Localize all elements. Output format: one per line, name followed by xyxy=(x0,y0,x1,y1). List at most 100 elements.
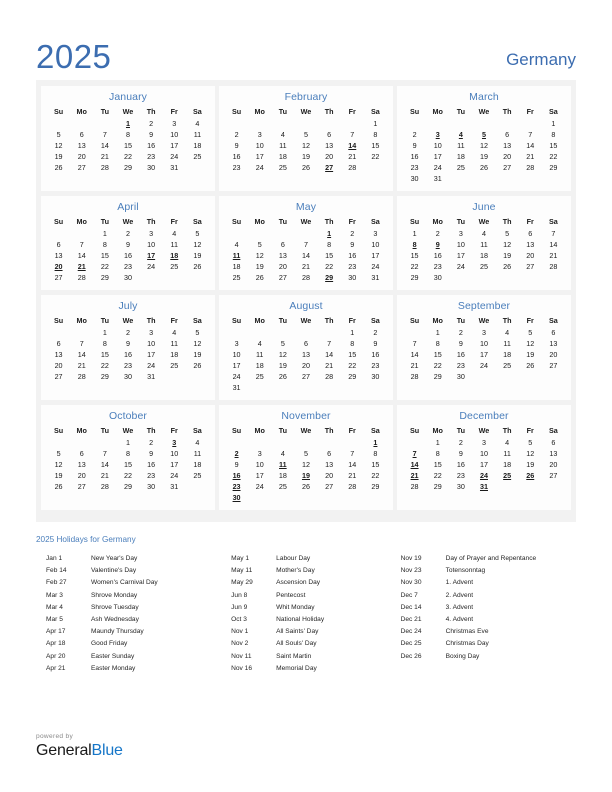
day-cell[interactable]: 14 xyxy=(93,140,116,151)
day-cell[interactable]: 12 xyxy=(519,338,542,349)
day-cell-holiday[interactable]: 30 xyxy=(225,492,248,503)
day-cell[interactable]: 18 xyxy=(271,470,294,481)
day-cell[interactable]: 11 xyxy=(271,140,294,151)
day-cell[interactable]: 17 xyxy=(248,151,271,162)
day-cell[interactable]: 8 xyxy=(93,338,116,349)
day-cell[interactable]: 15 xyxy=(364,140,387,151)
day-cell[interactable]: 22 xyxy=(116,470,139,481)
day-cell-holiday[interactable]: 8 xyxy=(403,239,426,250)
day-cell[interactable]: 4 xyxy=(496,327,519,338)
day-cell[interactable]: 17 xyxy=(163,140,186,151)
day-cell[interactable]: 20 xyxy=(542,459,565,470)
day-cell[interactable]: 7 xyxy=(341,129,364,140)
day-cell[interactable]: 17 xyxy=(472,459,495,470)
day-cell[interactable]: 17 xyxy=(248,470,271,481)
day-cell[interactable]: 12 xyxy=(186,239,209,250)
day-cell[interactable]: 17 xyxy=(163,459,186,470)
day-cell[interactable]: 7 xyxy=(70,239,93,250)
day-cell[interactable]: 17 xyxy=(225,360,248,371)
day-cell[interactable]: 20 xyxy=(47,360,70,371)
day-cell[interactable]: 17 xyxy=(140,349,163,360)
day-cell[interactable]: 26 xyxy=(186,261,209,272)
day-cell[interactable]: 19 xyxy=(186,250,209,261)
day-cell[interactable]: 23 xyxy=(116,261,139,272)
day-cell[interactable]: 11 xyxy=(186,448,209,459)
day-cell[interactable]: 1 xyxy=(403,228,426,239)
day-cell[interactable]: 16 xyxy=(140,459,163,470)
day-cell[interactable]: 18 xyxy=(248,360,271,371)
day-cell[interactable]: 21 xyxy=(403,360,426,371)
day-cell[interactable]: 18 xyxy=(271,151,294,162)
day-cell[interactable]: 25 xyxy=(271,481,294,492)
day-cell[interactable]: 5 xyxy=(519,327,542,338)
day-cell[interactable]: 2 xyxy=(341,228,364,239)
day-cell[interactable]: 6 xyxy=(271,239,294,250)
day-cell[interactable]: 5 xyxy=(248,239,271,250)
day-cell[interactable]: 16 xyxy=(140,140,163,151)
day-cell[interactable]: 25 xyxy=(163,261,186,272)
day-cell[interactable]: 9 xyxy=(140,448,163,459)
day-cell-holiday[interactable]: 16 xyxy=(225,470,248,481)
day-cell[interactable]: 13 xyxy=(70,459,93,470)
day-cell[interactable]: 5 xyxy=(294,129,317,140)
day-cell[interactable]: 8 xyxy=(542,129,565,140)
day-cell[interactable]: 5 xyxy=(47,448,70,459)
day-cell[interactable]: 20 xyxy=(496,151,519,162)
day-cell[interactable]: 2 xyxy=(426,228,449,239)
day-cell[interactable]: 13 xyxy=(294,349,317,360)
day-cell[interactable]: 19 xyxy=(294,151,317,162)
month-card-november[interactable]: November Su Mo Tu We Th Fr Sa 1 2 3 4 5 6 7 8 9 10 11 12 13 1… xyxy=(219,405,393,510)
month-card-january[interactable]: January Su Mo Tu We Th Fr Sa 1 2 3 4 5 6 7 8 9 10 11 12 13 14… xyxy=(41,86,215,191)
day-cell[interactable]: 13 xyxy=(70,140,93,151)
day-cell[interactable]: 20 xyxy=(294,360,317,371)
day-cell[interactable]: 7 xyxy=(318,338,341,349)
day-cell[interactable]: 24 xyxy=(248,481,271,492)
day-cell[interactable]: 25 xyxy=(186,470,209,481)
day-cell[interactable]: 24 xyxy=(140,261,163,272)
day-cell[interactable]: 11 xyxy=(163,239,186,250)
day-cell[interactable]: 12 xyxy=(294,140,317,151)
day-cell[interactable]: 28 xyxy=(318,371,341,382)
day-cell[interactable]: 21 xyxy=(341,470,364,481)
day-cell[interactable]: 12 xyxy=(472,140,495,151)
day-cell[interactable]: 4 xyxy=(225,239,248,250)
day-cell[interactable]: 26 xyxy=(294,162,317,173)
day-cell[interactable]: 27 xyxy=(318,481,341,492)
day-cell[interactable]: 18 xyxy=(472,250,495,261)
day-cell[interactable]: 9 xyxy=(341,239,364,250)
month-card-december[interactable]: December Su Mo Tu We Th Fr Sa 1 2 3 4 5 6 7 8 9 10 11 12 13 1… xyxy=(397,405,571,510)
day-cell[interactable]: 22 xyxy=(364,151,387,162)
day-cell[interactable]: 6 xyxy=(519,228,542,239)
day-cell[interactable]: 11 xyxy=(248,349,271,360)
day-cell[interactable]: 7 xyxy=(542,228,565,239)
day-cell[interactable]: 25 xyxy=(163,360,186,371)
day-cell[interactable]: 20 xyxy=(519,250,542,261)
day-cell[interactable]: 13 xyxy=(318,459,341,470)
day-cell[interactable]: 18 xyxy=(186,140,209,151)
day-cell[interactable]: 23 xyxy=(449,470,472,481)
day-cell[interactable]: 28 xyxy=(403,371,426,382)
day-cell[interactable]: 21 xyxy=(341,151,364,162)
day-cell[interactable]: 22 xyxy=(318,261,341,272)
day-cell[interactable]: 26 xyxy=(271,371,294,382)
day-cell[interactable]: 11 xyxy=(496,338,519,349)
day-cell[interactable]: 2 xyxy=(449,437,472,448)
day-cell[interactable]: 1 xyxy=(426,437,449,448)
day-cell[interactable]: 14 xyxy=(70,250,93,261)
day-cell[interactable]: 26 xyxy=(186,360,209,371)
day-cell[interactable]: 9 xyxy=(225,459,248,470)
day-cell[interactable]: 15 xyxy=(426,459,449,470)
day-cell[interactable]: 3 xyxy=(248,448,271,459)
day-cell[interactable]: 15 xyxy=(116,459,139,470)
day-cell[interactable]: 29 xyxy=(341,371,364,382)
day-cell[interactable]: 20 xyxy=(318,470,341,481)
day-cell[interactable]: 6 xyxy=(47,239,70,250)
month-card-february[interactable]: February Su Mo Tu We Th Fr Sa 1 2 3 4 5 6 7 8 9 10 11 12 13 1… xyxy=(219,86,393,191)
day-cell[interactable]: 15 xyxy=(341,349,364,360)
day-cell[interactable]: 16 xyxy=(116,349,139,360)
day-cell[interactable]: 18 xyxy=(496,349,519,360)
day-cell[interactable]: 26 xyxy=(496,261,519,272)
day-cell[interactable]: 20 xyxy=(318,151,341,162)
day-cell[interactable]: 22 xyxy=(426,470,449,481)
day-cell[interactable]: 14 xyxy=(542,239,565,250)
